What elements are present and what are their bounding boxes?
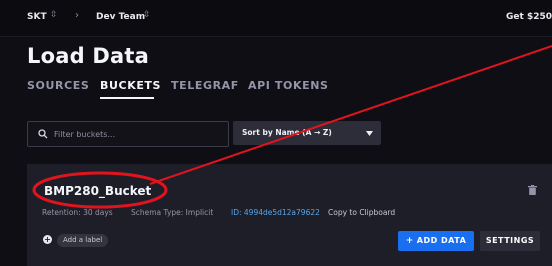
tab-sources[interactable]: SOURCES bbox=[27, 79, 89, 92]
add-data-button[interactable]: + ADD DATA bbox=[398, 231, 474, 251]
org-name[interactable]: SKT bbox=[27, 12, 47, 22]
add-label-plus-icon[interactable]: + bbox=[43, 235, 52, 244]
add-label-button[interactable]: Add a label bbox=[57, 234, 109, 247]
bucket-name[interactable]: BMP280_Bucket bbox=[44, 184, 151, 198]
caret-down-icon bbox=[366, 131, 373, 136]
add-data-label: ADD DATA bbox=[416, 236, 467, 245]
team-switcher-icon[interactable]: ⇳ bbox=[143, 10, 151, 20]
plus-icon: + bbox=[405, 236, 414, 246]
page-title: Load Data bbox=[27, 44, 149, 68]
copy-to-clipboard-link[interactable]: Copy to Clipboard bbox=[328, 208, 395, 217]
promo-link[interactable]: Get $250 bbox=[506, 12, 552, 22]
team-name[interactable]: Dev Team bbox=[96, 12, 145, 22]
tab-api-tokens[interactable]: API TOKENS bbox=[248, 79, 329, 92]
search-icon bbox=[38, 129, 48, 139]
bucket-id: ID: 4994de5d12a79622 bbox=[231, 208, 320, 217]
bucket-card: BMP280_Bucket Retention: 30 days Schema … bbox=[27, 164, 552, 266]
filter-buckets-input[interactable] bbox=[54, 127, 222, 141]
schema-type-text: Schema Type: Implicit bbox=[131, 208, 214, 217]
retention-text: Retention: 30 days bbox=[42, 208, 113, 217]
top-bar: SKT ⇳ › Dev Team ⇳ Get $250 bbox=[0, 0, 552, 37]
org-switcher-icon[interactable]: ⇳ bbox=[50, 10, 58, 20]
settings-button[interactable]: SETTINGS bbox=[480, 231, 540, 251]
sort-dropdown-label: Sort by Name (A → Z) bbox=[242, 128, 332, 137]
breadcrumb-chevron-icon: › bbox=[75, 10, 79, 21]
active-tab-indicator bbox=[100, 97, 154, 99]
sort-dropdown[interactable]: Sort by Name (A → Z) bbox=[233, 121, 381, 145]
tab-telegraf[interactable]: TELEGRAF bbox=[171, 79, 239, 92]
filter-buckets-field[interactable] bbox=[27, 121, 229, 147]
trash-icon[interactable] bbox=[528, 185, 537, 195]
tab-buckets[interactable]: BUCKETS bbox=[100, 79, 161, 92]
